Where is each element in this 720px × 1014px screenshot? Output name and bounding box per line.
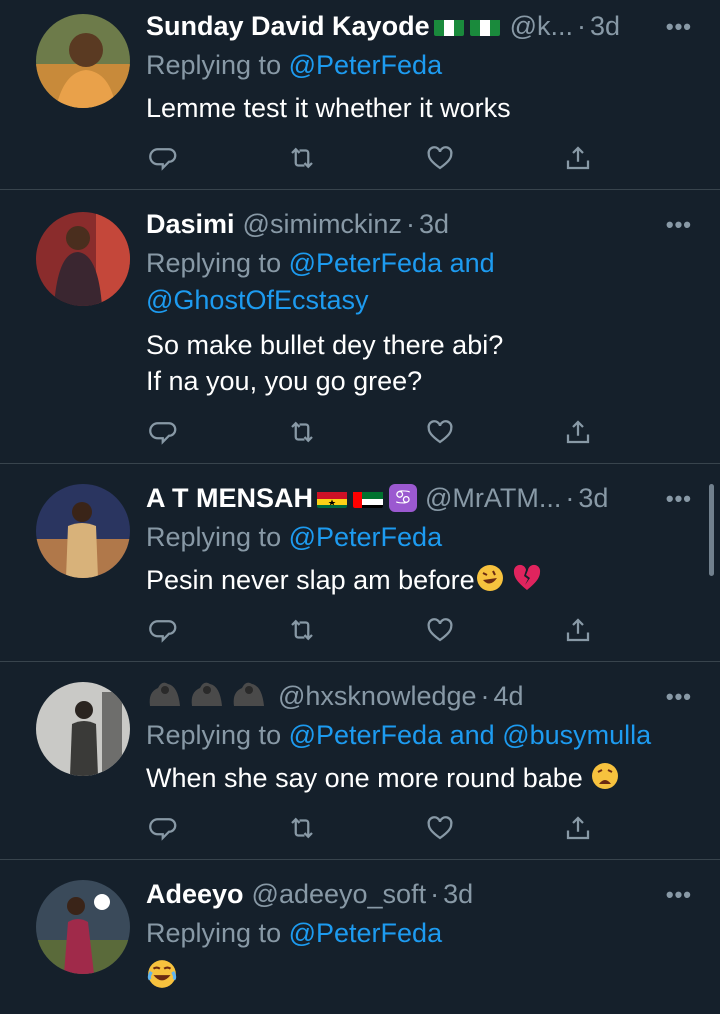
timestamp[interactable]: 3d — [419, 209, 449, 240]
uae-flag-icon — [353, 488, 383, 508]
replying-to: Replying to @PeterFeda — [146, 915, 692, 952]
broken-heart-emoji-icon — [512, 563, 542, 602]
tweet-line: So make bullet dey there abi? — [146, 330, 504, 360]
timestamp[interactable]: 3d — [443, 879, 473, 910]
and-text: and — [449, 720, 495, 750]
tweet-actions — [146, 412, 596, 452]
gorilla-emoji-icon — [188, 678, 226, 714]
gorilla-emoji-icon — [146, 678, 184, 714]
retweet-icon[interactable] — [284, 810, 320, 846]
joy-face-emoji-icon — [146, 958, 178, 999]
separator-dot: · — [405, 208, 415, 239]
avatar[interactable] — [36, 14, 130, 108]
name-emojis — [433, 16, 500, 36]
tweet[interactable]: Adeeyo @adeeyo_soft · 3d ••• Replying to… — [0, 860, 720, 1014]
tweet[interactable]: @hxsknowledge · 4d ••• Replying to @Pete… — [0, 662, 720, 860]
retweet-icon[interactable] — [284, 140, 320, 176]
mention-link[interactable]: @GhostOfEcstasy — [146, 285, 368, 315]
like-icon[interactable] — [422, 810, 458, 846]
replying-to: Replying to @PeterFeda and @busymulla — [146, 717, 692, 754]
rolling-laughing-emoji-icon — [475, 563, 505, 602]
like-icon[interactable] — [422, 612, 458, 648]
weary-face-emoji-icon — [590, 761, 620, 800]
name-emojis — [146, 678, 268, 714]
avatar[interactable] — [36, 880, 130, 974]
mention-link[interactable]: @PeterFeda — [289, 918, 442, 948]
share-icon[interactable] — [560, 140, 596, 176]
tweet[interactable]: Dasimi @simimckinz · 3d ••• Replying to … — [0, 190, 720, 464]
share-icon[interactable] — [560, 414, 596, 450]
nigeria-flag-icon — [433, 16, 464, 36]
tweet-line: If na you, you go gree? — [146, 366, 423, 396]
timestamp[interactable]: 4d — [494, 681, 524, 712]
reply-icon[interactable] — [146, 612, 182, 648]
handle[interactable]: @k... — [510, 11, 573, 42]
like-icon[interactable] — [422, 414, 458, 450]
replying-label: Replying to — [146, 50, 282, 80]
separator-dot: · — [565, 482, 575, 513]
mention-link[interactable]: @PeterFeda — [289, 522, 442, 552]
replying-label: Replying to — [146, 522, 282, 552]
tweet-line: Pesin never slap am before — [146, 565, 475, 595]
reply-icon[interactable] — [146, 810, 182, 846]
mention-link[interactable]: @busymulla — [502, 720, 651, 750]
separator-dot: · — [480, 680, 490, 711]
tweet-text: So make bullet dey there abi? If na you,… — [146, 327, 692, 399]
display-name[interactable]: Adeeyo — [146, 879, 244, 910]
mention-link[interactable]: @PeterFeda — [289, 50, 442, 80]
display-name[interactable]: Dasimi — [146, 209, 235, 240]
more-options-icon[interactable]: ••• — [666, 882, 692, 908]
mention-link[interactable]: @PeterFeda — [289, 720, 442, 750]
handle[interactable]: @adeeyo_soft — [252, 879, 427, 910]
timestamp[interactable]: 3d — [590, 11, 620, 42]
avatar[interactable] — [36, 484, 130, 578]
cancer-zodiac-icon: ♋ — [389, 484, 417, 512]
ghana-flag-icon — [317, 488, 347, 508]
more-options-icon[interactable]: ••• — [666, 212, 692, 238]
tweet[interactable]: Sunday David Kayode @k... · 3d ••• Reply… — [0, 0, 720, 190]
replying-to: Replying to @PeterFeda — [146, 47, 692, 84]
handle[interactable]: @hxsknowledge — [278, 681, 477, 712]
tweet-line: Lemme test it whether it works — [146, 93, 511, 123]
and-text: and — [449, 248, 495, 278]
replying-label: Replying to — [146, 248, 282, 278]
display-name[interactable]: Sunday David Kayode — [146, 11, 430, 42]
nigeria-flag-icon — [469, 16, 500, 36]
tweet-actions — [146, 808, 596, 848]
like-icon[interactable] — [422, 140, 458, 176]
tweet-text: When she say one more round babe — [146, 760, 692, 800]
replying-label: Replying to — [146, 720, 282, 750]
tweet-line: When she say one more round babe — [146, 763, 583, 793]
share-icon[interactable] — [560, 612, 596, 648]
reply-icon[interactable] — [146, 414, 182, 450]
tweet[interactable]: A T MENSAH ♋ @MrATM... · 3d ••• Replying… — [0, 464, 720, 662]
tweet-text: Lemme test it whether it works — [146, 90, 692, 126]
avatar[interactable] — [36, 212, 130, 306]
handle[interactable]: @MrATM... — [425, 483, 561, 514]
separator-dot: · — [577, 10, 587, 41]
gorilla-emoji-icon — [230, 678, 268, 714]
more-options-icon[interactable]: ••• — [666, 684, 692, 710]
retweet-icon[interactable] — [284, 612, 320, 648]
tweet-text — [146, 958, 692, 999]
more-options-icon[interactable]: ••• — [666, 486, 692, 512]
replying-to: Replying to @PeterFeda and @GhostOfEcsta… — [146, 245, 692, 319]
share-icon[interactable] — [560, 810, 596, 846]
handle[interactable]: @simimckinz — [243, 209, 402, 240]
avatar[interactable] — [36, 682, 130, 776]
more-options-icon[interactable]: ••• — [666, 14, 692, 40]
tweet-actions — [146, 610, 596, 650]
mention-link[interactable]: @PeterFeda — [289, 248, 442, 278]
retweet-icon[interactable] — [284, 414, 320, 450]
tweet-actions — [146, 138, 596, 178]
separator-dot: · — [430, 878, 440, 909]
reply-icon[interactable] — [146, 140, 182, 176]
timestamp[interactable]: 3d — [578, 483, 608, 514]
name-emojis: ♋ — [317, 484, 417, 512]
display-name[interactable]: A T MENSAH — [146, 483, 313, 514]
scrollbar[interactable] — [709, 484, 714, 576]
replying-to: Replying to @PeterFeda — [146, 519, 692, 556]
replying-label: Replying to — [146, 918, 282, 948]
tweet-text: Pesin never slap am before — [146, 562, 692, 602]
